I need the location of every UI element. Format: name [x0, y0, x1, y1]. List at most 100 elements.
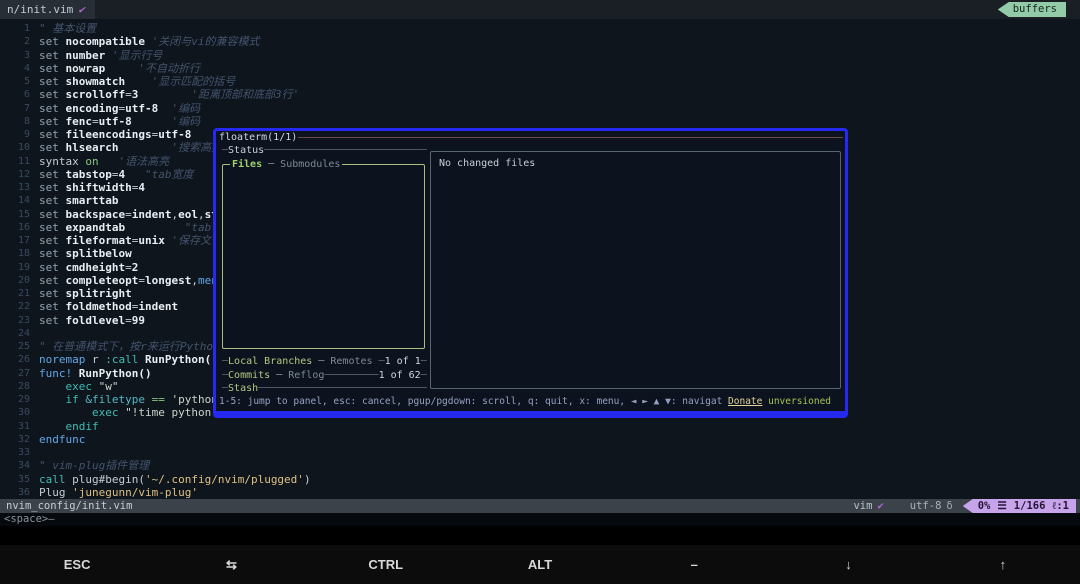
line-number: 25 [17, 341, 30, 352]
pending-keys: <space>– [4, 513, 55, 525]
modified-check-icon: ✔ [78, 3, 85, 16]
lazygit-branches-panel[interactable]: ─Local Branches ─ Remotes ─1 of 1─ [222, 355, 432, 368]
line-number: 8 [23, 115, 30, 127]
lazygit-stash-panel[interactable]: ─Stash──────────────────────────── [222, 382, 432, 395]
editor-line[interactable]: 7 set encoding=utf-8 '编码 [0, 102, 1080, 115]
line-code: set fileencodings=utf-8 [39, 128, 191, 141]
lazygit-main-panel[interactable]: No changed files [430, 150, 841, 389]
scroll-percent: 0% [977, 500, 991, 512]
token-opt: unix [138, 234, 165, 247]
token-pln: = [125, 260, 132, 274]
filetype-icon: ✔ [877, 500, 884, 512]
editor-line[interactable]: 36 Plug 'junegunn/vim-plug' [0, 486, 1080, 499]
token-set: set [39, 88, 66, 102]
line-code: set nowrap '不自动折行 [39, 62, 200, 75]
token-pgrn: Commits [228, 369, 271, 381]
line-code: set foldlevel=99 [39, 314, 145, 327]
buffers-badge[interactable]: buffers [997, 2, 1066, 17]
editor-line[interactable]: 33 [0, 446, 1080, 459]
token-set: set [39, 61, 66, 75]
line-position: 1/166 [1013, 500, 1046, 512]
token-ln: ─────────────────────────── [264, 145, 427, 157]
encoding-label: utf-8 [909, 500, 942, 512]
token-opt: RunPython() [78, 366, 152, 380]
line-code: exec "w" [39, 380, 119, 393]
editor-line[interactable]: 31 endif [0, 420, 1080, 433]
editor-line[interactable]: 5 set showmatch '显示匹配的括号 [0, 75, 1080, 88]
lazygit-commits-panel[interactable]: ─Commits ─ Reflog─────────1 of 62─ [222, 369, 432, 382]
line-number: 34 [17, 460, 30, 472]
position-pill: 0% ☰ 1/166 ℓ:1 [962, 499, 1076, 513]
editor-line[interactable]: 6 set scrolloff=3 '距离顶部和底部3行' [0, 88, 1080, 101]
token-unv: unversioned [768, 396, 832, 407]
line-number: 1 [23, 23, 30, 34]
token-pln: plug#begin( [72, 472, 145, 486]
extra-key-↑[interactable]: ↑ [926, 545, 1080, 584]
line-code: set smarttab [39, 194, 118, 207]
token-pln: syntax [39, 154, 86, 168]
token-cmt: '编码 [171, 114, 201, 128]
token-opt: fenc [65, 114, 93, 128]
extra-key-↓[interactable]: ↓ [771, 545, 925, 584]
token-pln: = [92, 114, 99, 128]
editor-line[interactable]: 34 " vim-plug插件管理 [0, 459, 1080, 472]
token-set: set [39, 35, 66, 49]
token-cmt: '不自动折行 [138, 61, 200, 75]
extra-key-alt[interactable]: ALT [463, 545, 617, 584]
token-opt: foldmethod [65, 300, 132, 314]
token-pln [158, 102, 171, 115]
token-opt: utf-8 [98, 114, 132, 128]
token-fn: exec [65, 379, 99, 393]
extra-key-⇆[interactable]: ⇆ [154, 545, 308, 584]
token-opt: encoding [65, 101, 119, 115]
line-code: endif [39, 420, 99, 433]
command-line[interactable]: <space>– [0, 513, 1080, 526]
token-pln [99, 155, 119, 168]
editor-line[interactable]: 4 set nowrap '不自动折行 [0, 62, 1080, 75]
token-pln: , [191, 273, 198, 287]
line-code: " vim-plug插件管理 [39, 459, 149, 472]
token-pln [105, 62, 138, 75]
editor-line[interactable]: 32 endfunc [0, 433, 1080, 446]
token-cmt: '显示行号 [111, 48, 163, 62]
editor-line[interactable]: 8 set fenc=utf-8 '编码 [0, 115, 1080, 128]
token-set: set [39, 75, 66, 88]
token-set: set [39, 234, 66, 247]
editor-line[interactable]: 1 " 基本设置 [0, 22, 1080, 35]
floaterm-title: floaterm(1/1) [219, 132, 298, 143]
extra-keys-bar: ESC ⇆ CTRL ALT – ↓ ↑ [0, 545, 1080, 584]
line-number: 16 [17, 221, 30, 233]
line-number: 13 [17, 182, 30, 193]
lines-icon: ☰ [997, 500, 1007, 512]
token-cmt: '语法高亮 [118, 154, 170, 168]
lazygit-main-text: No changed files [439, 157, 536, 169]
token-pln [105, 49, 112, 62]
lazygit-files-panel[interactable] [222, 164, 425, 349]
token-set: set [39, 273, 66, 287]
floaterm-window[interactable]: floaterm(1/1) ─Status───────────────────… [213, 128, 848, 418]
line-code: set nocompatible '关闭与vi的兼容模式 [39, 35, 259, 48]
extra-key-esc[interactable]: ESC [0, 545, 154, 584]
token-fn: :call [105, 353, 145, 367]
line-code: set hlsearch '搜索高亮 [39, 141, 222, 154]
token-opt: 2 [131, 260, 139, 274]
editor-line[interactable]: 2 set nocompatible '关闭与vi的兼容模式 [0, 35, 1080, 48]
extra-key-–[interactable]: – [617, 545, 771, 584]
line-code: set fileformat=unix '保存文件 [39, 234, 222, 247]
lazygit-files-panel-title[interactable]: Files ─ Submodules [230, 157, 343, 171]
token-opt: RunPython() [144, 353, 218, 367]
line-number: 31 [17, 420, 30, 432]
token-pln: = [125, 313, 132, 327]
token-set: set [39, 207, 66, 221]
extra-key-ctrl[interactable]: CTRL [309, 545, 463, 584]
token-set: set [39, 48, 66, 62]
editor-line[interactable]: 3 set number '显示行号 [0, 49, 1080, 62]
tab-init-vim[interactable]: n/init.vim ✔ [0, 0, 95, 19]
editor-line[interactable]: 35 call plug#begin('~/.config/nvim/plugge… [0, 473, 1080, 486]
token-sec: Reflog [288, 369, 325, 381]
token-opt: splitright [65, 287, 132, 300]
token-pln [39, 406, 92, 419]
lazygit-status-panel[interactable]: ─Status─────────────────────────── [222, 144, 427, 157]
line-code: call plug#begin('~/.config/nvim/plugged'… [39, 473, 311, 486]
token-cmt: '关闭与vi的兼容模式 [151, 35, 260, 49]
